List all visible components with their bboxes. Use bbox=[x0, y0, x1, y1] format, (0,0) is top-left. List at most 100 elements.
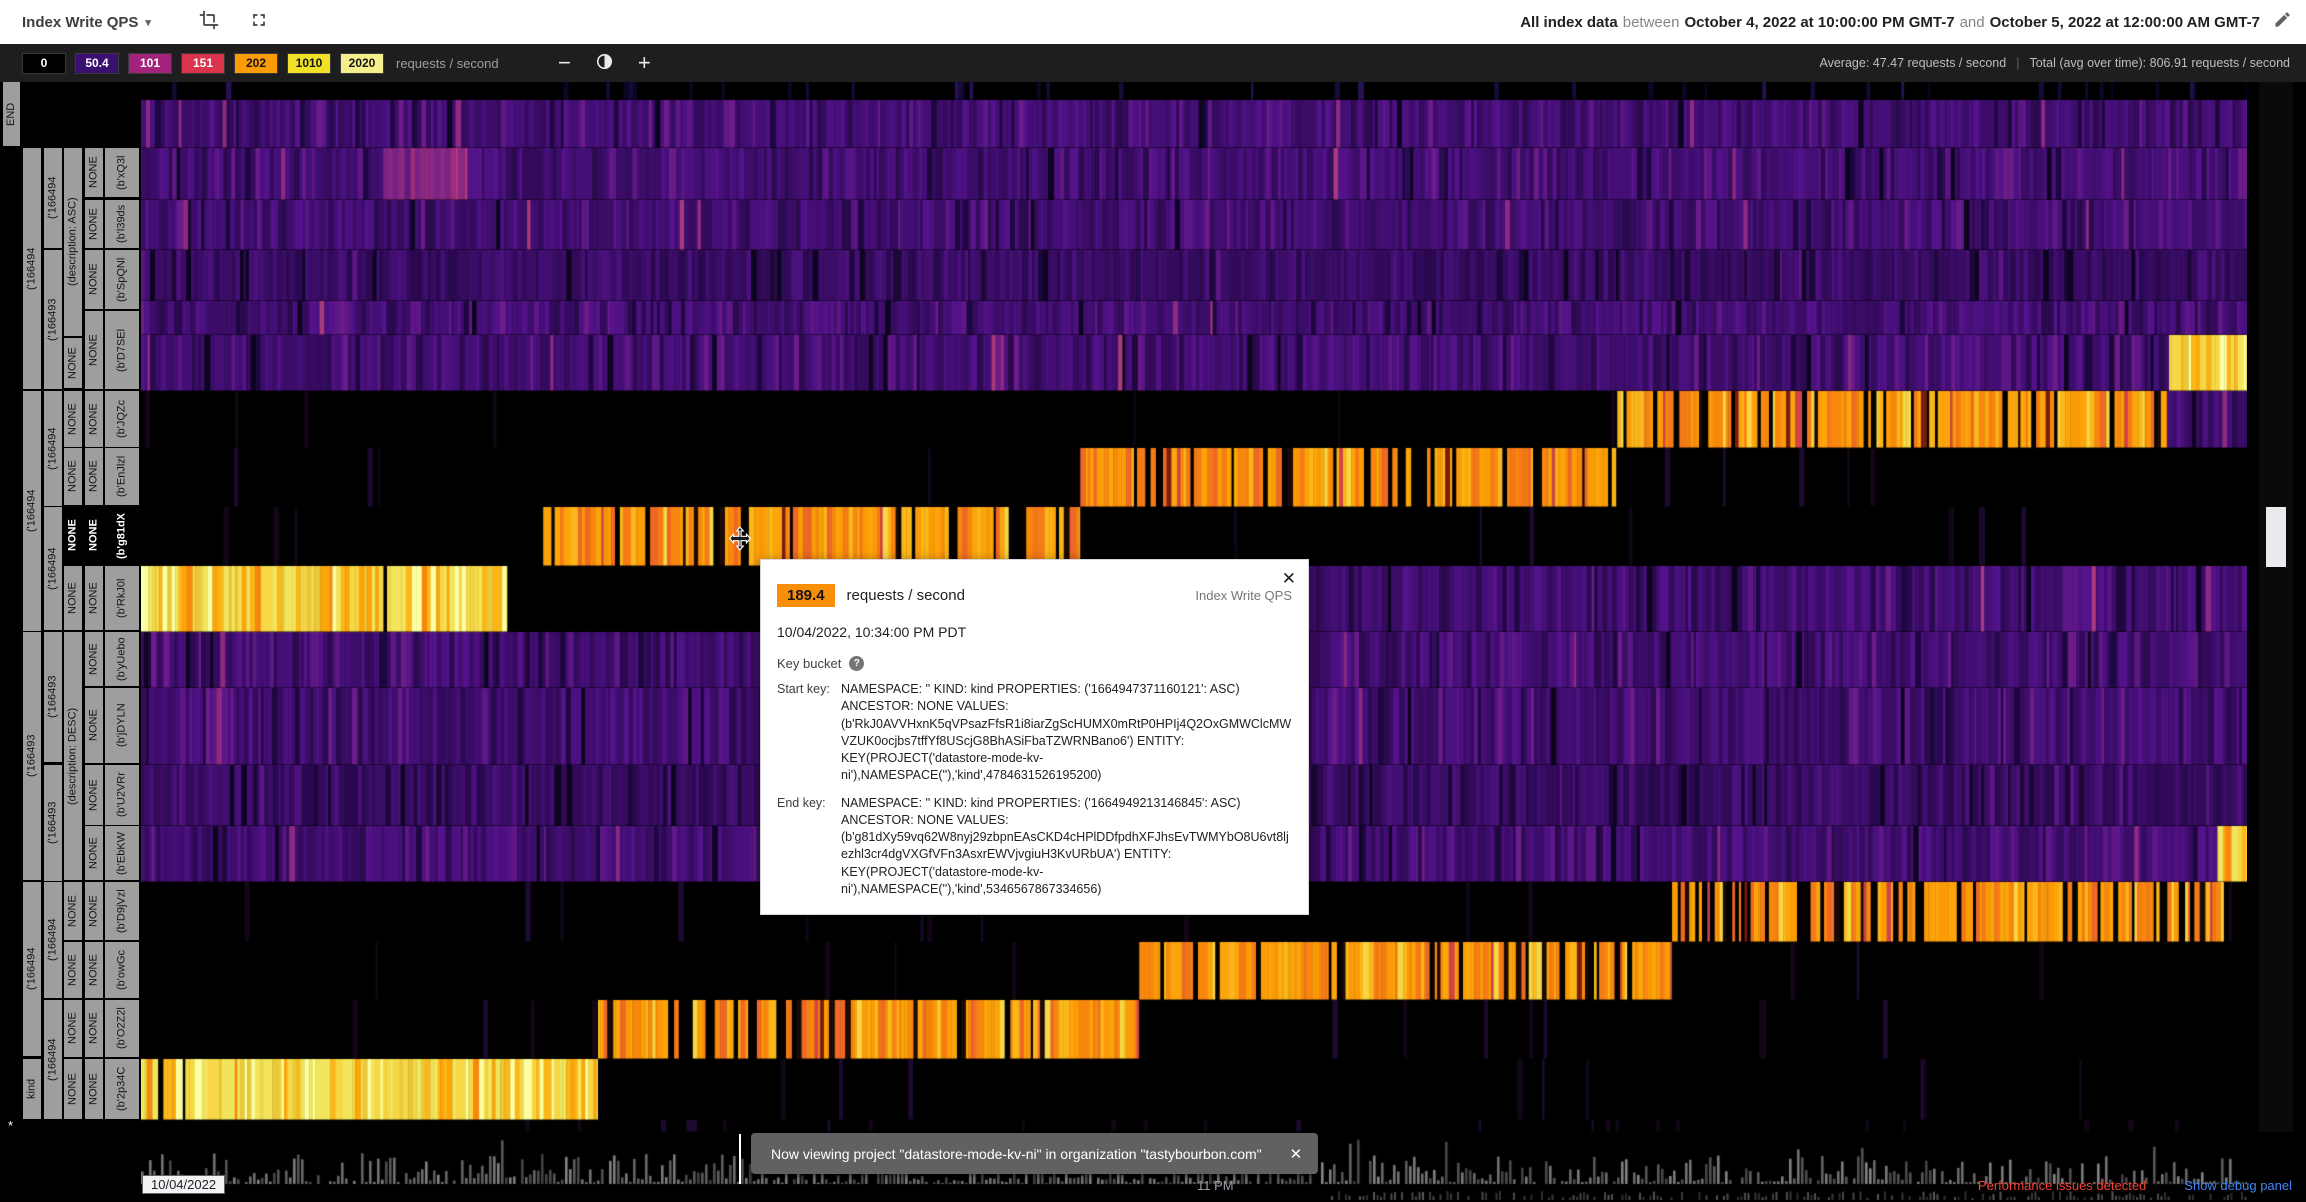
toast-close-icon[interactable]: ✕ bbox=[1290, 1145, 1303, 1163]
key-range-chip-group-2[interactable]: ('166494 bbox=[44, 507, 62, 630]
key-range-chip-keys[interactable]: (b'xQ3l bbox=[105, 148, 139, 197]
key-range-chip-group-2[interactable]: ('166493 bbox=[44, 765, 62, 881]
key-range-chip-keys[interactable]: (b'O2Z2l bbox=[105, 1000, 139, 1057]
key-range-chip-group-1[interactable]: ('166494 bbox=[23, 882, 41, 1056]
key-range-chip-group-4[interactable]: NONE bbox=[85, 250, 103, 309]
legend-stop: 101 bbox=[128, 53, 172, 74]
key-range-chip-group-2[interactable]: ('166493 bbox=[44, 250, 62, 389]
show-debug-panel-link[interactable]: Show debug panel bbox=[2184, 1178, 2292, 1193]
key-range-chip-group-4[interactable]: NONE bbox=[85, 688, 103, 763]
key-range-chip-group-1[interactable]: ('166493 bbox=[23, 632, 41, 880]
key-range-chip-group-4[interactable]: NONE bbox=[85, 765, 103, 825]
range-between: between bbox=[1623, 14, 1680, 31]
key-range-chip-group-4[interactable]: NONE bbox=[85, 942, 103, 998]
key-range-chip-keys[interactable]: (b'U2VRr bbox=[105, 765, 139, 825]
key-range-chip-group-4[interactable]: NONE bbox=[85, 391, 103, 447]
legend-stop: 50.4 bbox=[75, 53, 119, 74]
key-range-chip-keys[interactable]: (b'jDYLN bbox=[105, 688, 139, 763]
key-range-chip-keys[interactable]: (b'SpQNl bbox=[105, 250, 139, 309]
key-range-chip-keys[interactable]: (b'RkJ0l bbox=[105, 566, 139, 630]
key-range-chip-group-3[interactable]: NONE bbox=[64, 448, 82, 505]
key-range-chip-group-4[interactable]: NONE bbox=[85, 882, 103, 940]
range-start: October 4, 2022 at 10:00:00 PM GMT-7 bbox=[1684, 14, 1954, 31]
start-key-value: NAMESPACE: '' KIND: kind PROPERTIES: ('1… bbox=[841, 681, 1292, 785]
help-icon[interactable]: ? bbox=[849, 656, 864, 671]
key-range-chip-group-4[interactable]: NONE bbox=[85, 1000, 103, 1057]
average-stat: Average: 47.47 requests / second bbox=[1819, 56, 2006, 70]
key-range-chip-group-4[interactable]: NONE bbox=[85, 632, 103, 686]
key-range-chip-group-1[interactable]: ('166494 bbox=[23, 148, 41, 389]
key-range-chip-group-1[interactable]: ('166494 bbox=[23, 391, 41, 631]
key-range-chip-group-3[interactable]: (description: ASC) bbox=[64, 148, 82, 336]
legend-units-label: requests / second bbox=[396, 56, 499, 71]
key-range-chip-keys[interactable]: (b'owGc bbox=[105, 942, 139, 998]
key-range-chip-keys[interactable]: (b'D7SEl bbox=[105, 311, 139, 389]
end-key-value: NAMESPACE: '' KIND: kind PROPERTIES: ('1… bbox=[841, 795, 1292, 899]
key-range-chip-group-3[interactable]: NONE bbox=[64, 338, 82, 388]
pencil-icon bbox=[2273, 10, 2292, 34]
fullscreen-button[interactable] bbox=[245, 8, 273, 36]
key-bucket-section: Key bucket ? bbox=[777, 656, 1292, 671]
key-range-chip-keys[interactable]: (b'g81dX bbox=[105, 507, 139, 564]
key-range-chip-group-2[interactable]: ('166494 bbox=[44, 1000, 62, 1119]
key-range-chip-group-3[interactable]: NONE bbox=[64, 942, 82, 998]
key-range-chip-keys[interactable]: (b'EnJlzl bbox=[105, 448, 139, 505]
key-range-chip-group-3[interactable]: NONE bbox=[64, 882, 82, 940]
key-range-chip-group-4[interactable]: NONE bbox=[85, 1059, 103, 1119]
key-range-chip-group-4[interactable]: NONE bbox=[85, 200, 103, 248]
tooltip-close-icon[interactable]: ✕ bbox=[1282, 569, 1296, 589]
key-range-chip-group-4[interactable]: NONE bbox=[85, 448, 103, 505]
edit-range-button[interactable] bbox=[2268, 8, 2296, 36]
key-range-chip-group-1[interactable]: kind bbox=[23, 1059, 41, 1119]
metric-dropdown[interactable]: Index Write QPS ▾ bbox=[22, 14, 151, 31]
legend-stop: 202 bbox=[234, 53, 278, 74]
key-range-chip-group-3[interactable]: NONE bbox=[64, 1000, 82, 1057]
vertical-scrollbar-thumb[interactable] bbox=[2266, 507, 2286, 567]
key-range-chip-group-4[interactable]: NONE bbox=[85, 148, 103, 197]
key-range-chip-group-4[interactable]: NONE bbox=[85, 566, 103, 630]
key-range-chip-group-2[interactable]: ('166494 bbox=[44, 882, 62, 998]
timeline-playhead[interactable] bbox=[739, 1134, 741, 1184]
zoom-out-button[interactable]: − bbox=[558, 52, 571, 74]
tooltip-metric-label: Index Write QPS bbox=[1195, 588, 1292, 603]
key-range-chip-group-3[interactable]: (description: DESC) bbox=[64, 632, 82, 880]
qps-units-label: requests / second bbox=[847, 587, 965, 604]
key-range-chip-group-3[interactable]: NONE bbox=[64, 507, 82, 564]
key-range-sidebar: * END('166494('166494('166493('166494kin… bbox=[0, 82, 141, 1132]
key-range-chip-group-3[interactable]: NONE bbox=[64, 566, 82, 630]
key-range-chip-keys[interactable]: (b'JQZc bbox=[105, 391, 139, 447]
key-range-chip-group-3[interactable]: NONE bbox=[64, 1059, 82, 1119]
fullscreen-icon bbox=[249, 10, 269, 35]
start-key-label: Start key: bbox=[777, 681, 841, 785]
zoom-controls: − + bbox=[558, 44, 651, 82]
range-prefix: All index data bbox=[1520, 14, 1618, 31]
contrast-icon[interactable] bbox=[595, 52, 614, 75]
total-stat: Total (avg over time): 806.91 requests /… bbox=[2029, 56, 2290, 70]
time-range-summary: All index data between October 4, 2022 a… bbox=[1520, 0, 2260, 44]
toast-message: Now viewing project "datastore-mode-kv-n… bbox=[771, 1146, 1262, 1162]
range-end: October 5, 2022 at 12:00:00 AM GMT-7 bbox=[1990, 14, 2260, 31]
project-toast: Now viewing project "datastore-mode-kv-n… bbox=[751, 1133, 1318, 1174]
metric-dropdown-label: Index Write QPS bbox=[22, 14, 138, 31]
key-range-chip-group-2[interactable]: ('166493 bbox=[44, 632, 62, 762]
zoom-in-button[interactable]: + bbox=[638, 52, 651, 74]
key-range-chip-keys[interactable]: (b'l39ds bbox=[105, 200, 139, 248]
crop-button[interactable] bbox=[195, 8, 223, 36]
status-links: Performance issues detected Show debug p… bbox=[1978, 1178, 2292, 1193]
range-and: and bbox=[1960, 14, 1985, 31]
key-range-chip-keys[interactable]: (b'yUebo bbox=[105, 632, 139, 686]
key-range-chip-group-4[interactable]: NONE bbox=[85, 826, 103, 880]
cell-detail-tooltip: ✕ 189.4 requests / second Index Write QP… bbox=[760, 559, 1309, 915]
key-range-chip-keys[interactable]: (b'EbKW bbox=[105, 826, 139, 880]
key-range-chip-group-2[interactable]: ('166494 bbox=[44, 148, 62, 248]
timeline-tick-label: 11 PM bbox=[1197, 1178, 1234, 1193]
vertical-scrollbar-track[interactable] bbox=[2259, 82, 2293, 1132]
key-range-chip-group-2[interactable]: ('166494 bbox=[44, 391, 62, 506]
key-range-chip-keys[interactable]: (b'2p34C bbox=[105, 1059, 139, 1119]
key-range-chip-group-3[interactable]: NONE bbox=[64, 391, 82, 447]
key-range-chip-group-4[interactable]: NONE bbox=[85, 311, 103, 389]
key-range-chip-keys[interactable]: (b'D9jVzl bbox=[105, 882, 139, 940]
key-range-chip-axis[interactable]: END bbox=[3, 82, 20, 146]
legend-stop: 1010 bbox=[287, 53, 331, 74]
key-range-chip-group-4[interactable]: NONE bbox=[85, 507, 103, 564]
